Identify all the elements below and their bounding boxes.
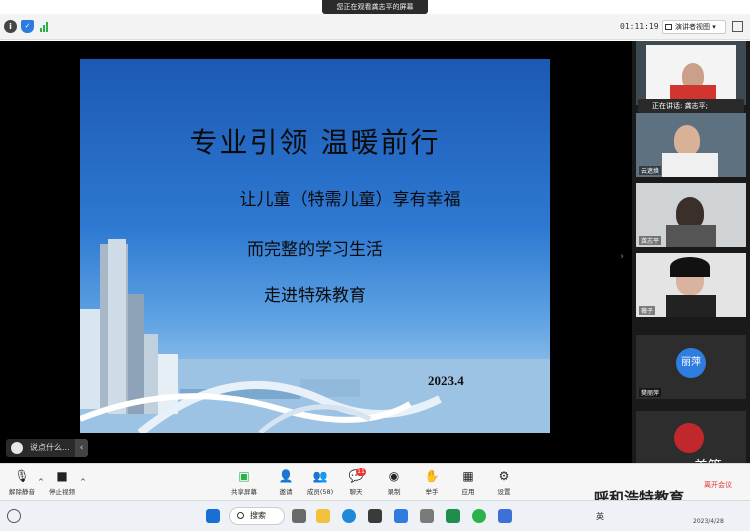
screen-share-banner: 您正在观看龚志平的屏幕 [322, 0, 428, 14]
windows-taskbar: 搜索 英 2023/4/28 [0, 500, 750, 531]
notification-icon[interactable] [7, 509, 21, 523]
shield-icon[interactable]: ✓ [21, 20, 34, 33]
camera-icon: ■ [56, 469, 68, 483]
participant-tile[interactable]: 云遮焕 [636, 113, 746, 177]
slide-line-3: 走进特殊教育 [264, 286, 366, 306]
gear-icon: ⚙ [498, 469, 510, 483]
microphone-icon: 🎙 [14, 469, 30, 483]
edge-browser-icon[interactable] [342, 509, 356, 523]
participant-name: 薇子 [639, 306, 656, 315]
meeting-top-bar: i ✓ 01:11:19 演讲者视图 ▾ [0, 14, 750, 40]
speaker-view-button[interactable]: 演讲者视图 ▾ [662, 20, 726, 34]
slide-date: 2023.4 [428, 373, 464, 388]
participant-tile[interactable]: 丽萍 樊丽萍 [636, 335, 746, 399]
settings-button[interactable]: ⚙ 设置 [482, 467, 526, 499]
share-screen-icon: ▣ [238, 469, 250, 483]
participant-name: 云遮焕 [639, 166, 662, 175]
meeting-timer: 01:11:19 [620, 22, 659, 31]
app-icon[interactable] [420, 509, 434, 523]
input-method-indicator[interactable]: 英 [596, 511, 604, 522]
emoji-icon [11, 442, 23, 454]
slide-title: 专业引领 温暖前行 [189, 126, 441, 159]
search-icon [237, 512, 244, 519]
windows-start-icon[interactable] [206, 509, 220, 523]
chevron-up-icon[interactable]: ^ [80, 478, 86, 486]
participant-tile[interactable]: 龚志平 [636, 183, 746, 247]
app-icon[interactable] [498, 509, 512, 523]
stop-video-button[interactable]: ■ 停止视频 [40, 467, 84, 499]
signal-icon[interactable] [38, 20, 51, 33]
hand-icon: ✋ [424, 469, 440, 483]
avatar: 丽萍 [676, 348, 706, 378]
apps-icon: ▦ [462, 469, 474, 483]
meeting-app-icon[interactable] [446, 509, 460, 523]
mail-icon[interactable] [394, 509, 408, 523]
grid-icon [665, 24, 672, 30]
members-icon: 👥 [312, 469, 328, 483]
taskbar-date[interactable]: 2023/4/28 [693, 518, 724, 525]
info-icon[interactable]: i [4, 20, 17, 33]
participant-tile[interactable] [636, 411, 746, 463]
speaking-indicator: 正在讲话: 龚志平; [638, 99, 744, 113]
store-icon[interactable] [368, 509, 382, 523]
leave-meeting-button[interactable]: 离开会议 [704, 480, 732, 490]
participant-name: 龚志平 [639, 236, 662, 245]
collapse-caption-button[interactable]: ‹ [75, 439, 88, 457]
fullscreen-icon[interactable] [732, 21, 743, 32]
taskbar-search[interactable]: 搜索 [229, 507, 285, 525]
presentation-slide: 专业引领 温暖前行 让儿童（特需儿童）享有幸福 而完整的学习生活 走进特殊教育 … [80, 59, 550, 433]
shared-screen-area: 专业引领 温暖前行 让儿童（特需儿童）享有幸福 而完整的学习生活 走进特殊教育 … [0, 41, 632, 463]
chat-badge: 11 [356, 468, 366, 476]
file-explorer-icon[interactable] [316, 509, 330, 523]
wechat-icon[interactable] [472, 509, 486, 523]
participant-sidebar: 正在讲话: 龚志平; 云遮焕 龚志平 薇子 丽萍 樊丽萍 [632, 41, 750, 463]
task-view-icon[interactable] [292, 509, 306, 523]
participant-tile-speaker[interactable] [636, 41, 746, 105]
record-icon: ◉ [388, 469, 400, 483]
slide-line-2: 而完整的学习生活 [247, 240, 383, 260]
expand-panel-icon[interactable]: › [620, 251, 624, 262]
share-screen-button[interactable]: ▣ 共享屏幕 [222, 467, 266, 499]
slide-line-1: 让儿童（特需儿童）享有幸福 [239, 190, 461, 210]
invite-icon: 👤 [278, 469, 294, 483]
participant-name: 樊丽萍 [639, 388, 662, 397]
participant-tile[interactable]: 薇子 [636, 253, 746, 317]
